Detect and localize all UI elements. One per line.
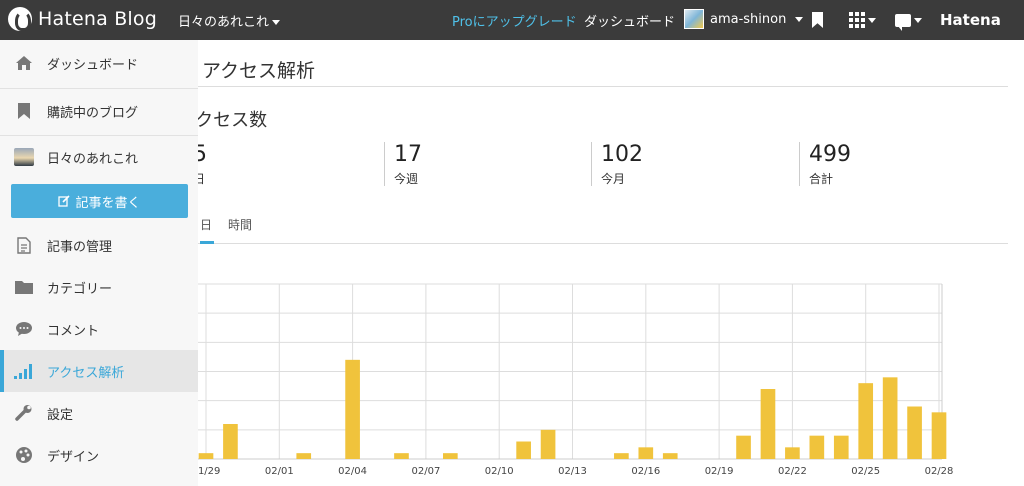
- chart-bar: [931, 412, 947, 459]
- sidebar-item-label: 日々のあれこれ: [47, 151, 139, 167]
- palette-icon: [14, 445, 34, 465]
- chart-bar: [614, 453, 629, 459]
- x-tick-label: 02/25: [851, 466, 880, 477]
- x-tick-label: 02/07: [411, 466, 440, 477]
- chart-bar: [809, 435, 825, 459]
- sidebar-item-subscriptions[interactable]: 購読中のブログ: [0, 90, 198, 132]
- sidebar-item-dashboard[interactable]: ダッシュボード: [0, 42, 198, 84]
- write-post-button[interactable]: 記事を書く: [11, 184, 188, 218]
- sidebar-item-design[interactable]: デザイン: [0, 434, 198, 476]
- chart-bar: [882, 377, 898, 459]
- bookmark-icon: [14, 101, 34, 121]
- sidebar-item-label: 購読中のブログ: [47, 105, 139, 121]
- sidebar-item-comments[interactable]: コメント: [0, 308, 198, 350]
- blog-thumbnail: [14, 147, 34, 167]
- bar-signal-icon: [14, 361, 34, 381]
- chart-bar: [785, 447, 800, 459]
- chart-bar: [760, 389, 776, 459]
- sidebar-item-label: 設定: [47, 407, 74, 423]
- x-tick-label: 02/04: [338, 466, 367, 477]
- chart-bar: [907, 406, 922, 459]
- edit-icon: [58, 195, 71, 207]
- sidebar-item-settings[interactable]: 設定: [0, 392, 198, 434]
- x-tick-label: 02/22: [778, 466, 807, 477]
- chart-bar: [223, 424, 238, 459]
- sidebar-item-label: アクセス解析: [47, 365, 125, 381]
- sidebar-item-access-analysis[interactable]: アクセス解析: [0, 350, 198, 392]
- sidebar-item-categories[interactable]: カテゴリー: [0, 266, 198, 308]
- sidebar-item-manage-posts[interactable]: 記事の管理: [0, 224, 198, 266]
- sidebar-item-label: コメント: [47, 323, 100, 339]
- write-post-label: 記事を書く: [75, 195, 141, 211]
- folder-icon: [14, 277, 34, 297]
- home-icon: [14, 53, 34, 73]
- chart-bar: [443, 453, 458, 459]
- chart-bar: [198, 453, 214, 459]
- chart-bar: [638, 447, 654, 459]
- chart-bar: [394, 453, 409, 459]
- wrench-icon: [14, 403, 34, 423]
- sidebar-item-label: デザイン: [47, 449, 100, 465]
- chart-bar: [296, 453, 312, 459]
- x-tick-label: 02/28: [925, 466, 954, 477]
- sidebar-divider: [0, 88, 198, 89]
- sidebar-item-blog[interactable]: 日々のあれこれ: [0, 136, 198, 178]
- chart-bar: [736, 435, 751, 459]
- sidebar: ダッシュボード 購読中のブログ 日々のあれこれ 記事を書く 記事の管理 カテゴリ…: [0, 40, 198, 486]
- sidebar-item-label: 記事の管理: [47, 239, 113, 255]
- chart-bar: [858, 383, 874, 459]
- chart-bar: [540, 429, 556, 459]
- x-tick-label: 02/01: [265, 466, 294, 477]
- chart-bar: [662, 453, 678, 459]
- x-tick-label: 02/13: [558, 466, 587, 477]
- document-icon: [14, 235, 34, 255]
- x-tick-label: 02/16: [631, 466, 660, 477]
- comment-icon: [14, 319, 34, 339]
- chart-bar: [833, 435, 849, 459]
- chart-bar: [345, 359, 360, 459]
- x-tick-label: 02/10: [485, 466, 514, 477]
- x-tick-label: 02/19: [705, 466, 734, 477]
- sidebar-item-label: カテゴリー: [47, 281, 113, 297]
- chart-bar: [516, 441, 531, 459]
- sidebar-item-label: ダッシュボード: [47, 57, 139, 73]
